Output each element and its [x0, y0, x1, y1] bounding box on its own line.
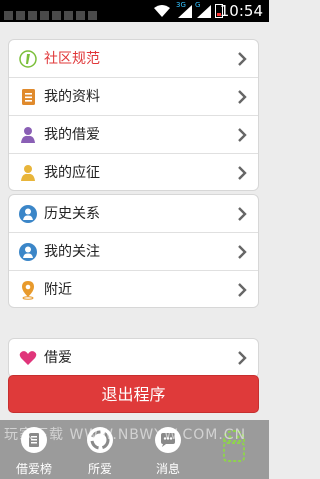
user-blue-icon: [19, 205, 37, 223]
menu-item-label: 社区规范: [44, 51, 100, 67]
chevron-right-icon: [238, 128, 247, 142]
heart-icon: [19, 351, 37, 365]
location-pin-icon: [22, 281, 34, 300]
status-time: 10:54: [219, 2, 263, 20]
menu-item-borrow-love[interactable]: 借爱: [9, 339, 258, 377]
user-blue-icon: [19, 243, 37, 261]
chevron-right-icon: [238, 245, 247, 259]
tab-label: 消息: [155, 462, 180, 476]
menu-item-my-profile[interactable]: 我的资料: [9, 78, 258, 116]
chevron-right-icon: [238, 166, 247, 180]
signal-icon: [197, 5, 211, 18]
logout-button[interactable]: 退出程序: [8, 375, 259, 413]
menu-group-account: 社区规范 我的资料 我的借爱 我的应征: [8, 39, 259, 191]
chevron-right-icon: [238, 207, 247, 221]
menu-item-label: 我的应征: [44, 165, 100, 181]
watermark-text: 玩家下载 WWW.NBWYW.COM.CN: [4, 427, 247, 443]
profile-document-icon: [22, 89, 35, 105]
wifi-icon: [154, 5, 170, 17]
menu-group-relations: 历史关系 我的关注 附近: [8, 194, 259, 308]
chevron-right-icon: [238, 52, 247, 66]
chevron-right-icon: [238, 283, 247, 297]
user-purple-icon: [21, 127, 35, 143]
menu-item-label: 借爱: [44, 350, 72, 366]
notification-icons: [4, 5, 134, 20]
menu-item-community-rules[interactable]: 社区规范: [9, 40, 258, 78]
menu-item-history-relations[interactable]: 历史关系: [9, 195, 258, 233]
tab-label: 借爱榜: [15, 462, 52, 476]
menu-item-label: 我的关注: [44, 244, 100, 260]
user-yellow-icon: [21, 165, 35, 181]
menu-group-love: 借爱: [8, 338, 259, 378]
chevron-right-icon: [238, 351, 247, 365]
tab-label: 所爱: [87, 462, 112, 476]
menu-item-label: 附近: [44, 282, 72, 298]
menu-item-my-follows[interactable]: 我的关注: [9, 233, 258, 271]
signal-icon: [178, 5, 192, 18]
chevron-right-icon: [238, 90, 247, 104]
menu-item-my-applications[interactable]: 我的应征: [9, 154, 258, 192]
menu-item-label: 我的借爱: [44, 127, 100, 143]
menu-item-label: 我的资料: [44, 89, 100, 105]
status-bar: 3G G 10:54: [0, 0, 269, 22]
menu-item-label: 历史关系: [44, 206, 100, 222]
menu-item-nearby[interactable]: 附近: [9, 271, 258, 309]
menu-item-my-borrowed-love[interactable]: 我的借爱: [9, 116, 258, 154]
community-rules-icon: [19, 50, 37, 68]
